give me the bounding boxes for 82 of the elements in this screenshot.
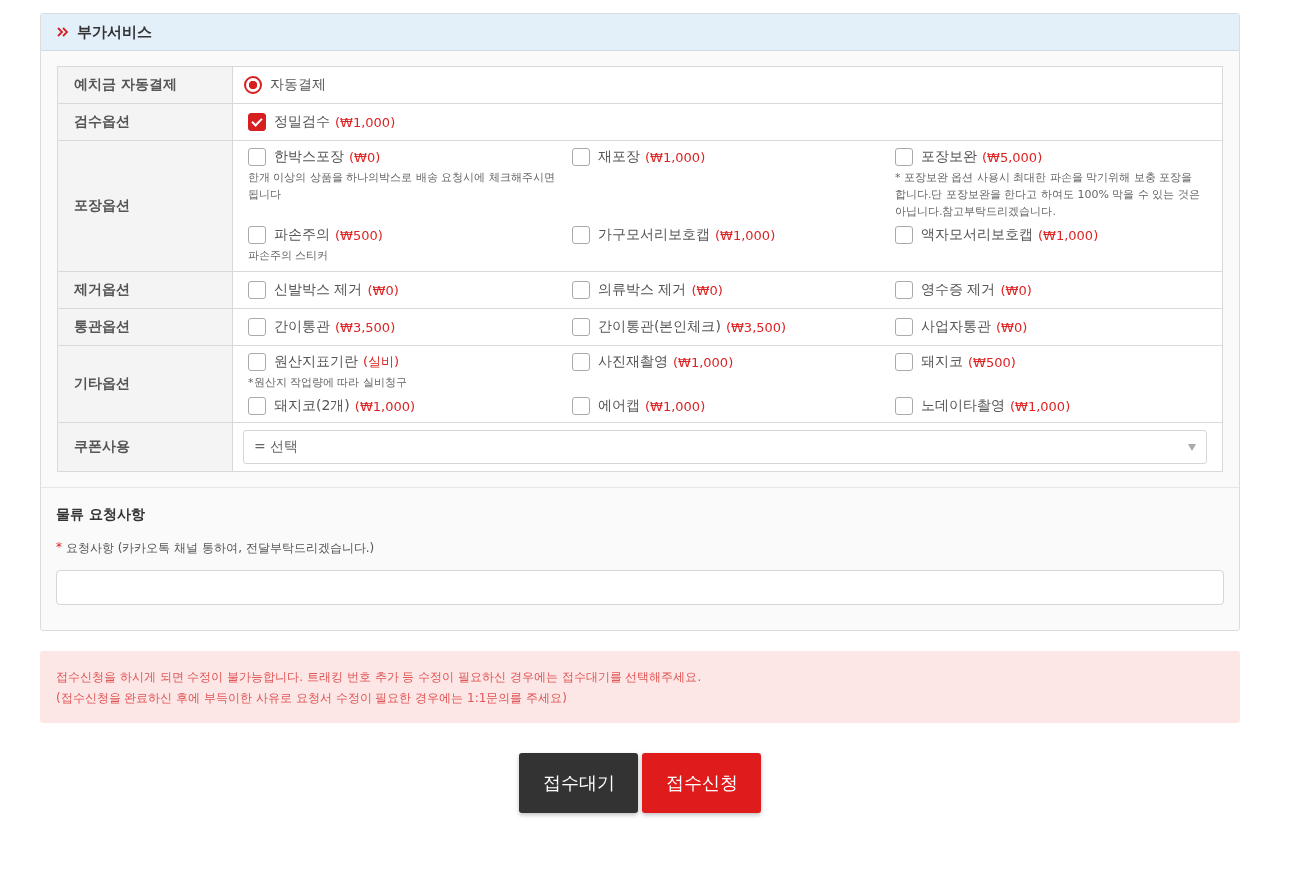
checkbox[interactable] [248,353,266,371]
option-note: * 포장보완 옵션 사용시 최대한 파손을 막기위해 보충 포장을 합니다.단 포장보완을 한다고 하여도 100% 막을 수 있는 것은 아닙니다.참고부탁드리겠습니다. [895,170,1201,220]
option-price: (₩5,000) [982,149,1043,165]
row-label: 검수옵션 [58,104,233,140]
option-price: (₩1,000) [354,398,416,414]
option-price: (₩1,000) [335,114,396,130]
field-label: 요청사항 (카카오톡 채널 통하여, 전달부탁드리겠습니다.) [66,540,375,557]
double-chevron-icon [57,27,69,37]
checkbox[interactable] [895,397,913,415]
row-label: 통관옵션 [58,309,233,345]
option-label[interactable]: 포장보완 [921,148,977,166]
checkbox[interactable] [248,113,266,131]
option-label[interactable]: 돼지코 [921,353,963,371]
option-price: (₩0) [349,149,381,165]
option-label[interactable]: 간이통관 [274,318,330,336]
row-label: 예치금 자동결제 [58,67,233,103]
option-price: (₩1,000) [673,354,734,370]
option-note: 한개 이상의 상품을 하나의박스로 배송 요청시에 체크해주시면 됩니다 [248,170,556,203]
option-label[interactable]: 노데이타촬영 [921,397,1005,415]
checkbox[interactable] [895,148,913,166]
row-label: 포장옵션 [58,141,233,271]
required-mark: * [56,540,62,556]
checkbox[interactable] [248,148,266,166]
request-title: 물류 요청사항 [56,506,146,524]
option-price: (₩0) [996,319,1028,335]
option-label[interactable]: 의류박스 제거 [598,281,687,299]
option-price: (₩1,000) [715,227,776,243]
option-price: (₩500) [335,227,383,243]
checkbox[interactable] [895,281,913,299]
option-label[interactable]: 파손주의 [274,226,330,244]
checkbox[interactable] [572,353,590,371]
option-label[interactable]: 원산지표기란 [274,353,358,371]
option-price: (₩500) [968,354,1016,370]
option-price: (₩0) [367,282,399,298]
option-label[interactable]: 가구모서리보호캡 [598,226,710,244]
option-label[interactable]: 에어캡 [598,397,640,415]
notice-text: 접수신청을 하시게 되면 수정이 불가능합니다. 트래킹 번호 추가 등 수정이 필요하신 경우에는 접수대기를 선택해주세요. [56,669,703,686]
checkbox[interactable] [572,281,590,299]
option-price: (₩1,000) [1010,398,1071,414]
checkbox[interactable] [895,226,913,244]
checkbox[interactable] [248,397,266,415]
checkbox[interactable] [572,397,590,415]
option-label[interactable]: 정밀검수 [274,113,330,131]
option-price: (₩0) [1000,282,1032,298]
radio-button[interactable] [244,76,262,94]
checkbox[interactable] [248,318,266,336]
section-title: 부가서비스 [77,22,152,42]
option-label[interactable]: 신발박스 제거 [274,281,363,299]
option-label[interactable]: 간이통관(본인체크) [598,318,721,336]
option-price: (₩1,000) [645,149,706,165]
option-price: (₩3,500) [725,319,787,335]
option-label[interactable]: 한박스포장 [274,148,344,166]
option-price: (₩1,000) [645,398,706,414]
option-note: 파손주의 스티커 [248,248,330,264]
checkbox[interactable] [572,226,590,244]
caret-icon [1188,443,1196,451]
notice-text: (접수신청을 완료하신 후에 부득이한 사유로 요청서 수정이 필요한 경우에는 1:1문의를 주세요) [56,690,568,707]
option-label[interactable]: 재포장 [598,148,640,166]
option-label[interactable]: 사업자통관 [921,318,991,336]
option-price: (₩3,500) [335,319,396,335]
option-label[interactable]: 액자모서리보호캡 [921,226,1033,244]
checkbox[interactable] [572,318,590,336]
row-label: 쿠폰사용 [58,423,233,471]
option-label[interactable]: 사진재촬영 [598,353,668,371]
checkbox[interactable] [572,148,590,166]
option-price: (실비) [363,353,400,371]
row-label: 제거옵션 [58,272,233,308]
option-price: (₩1,000) [1038,227,1099,243]
submit-button[interactable]: 접수신청 [642,753,761,813]
coupon-select[interactable]: = 선택 [243,430,1207,464]
option-label[interactable]: 돼지코(2개) [274,397,350,415]
request-input-field[interactable] [56,570,1224,605]
checkbox[interactable] [248,281,266,299]
option-note: *원산지 작업량에 따라 실비청구 [248,375,408,391]
hold-button[interactable]: 접수대기 [519,753,638,813]
option-label[interactable]: 영수증 제거 [921,281,996,299]
checkbox[interactable] [895,318,913,336]
option-price: (₩0) [691,282,723,298]
radio-option[interactable]: 자동결제 [248,76,326,94]
row-label: 기타옵션 [58,346,233,422]
checkbox[interactable] [248,226,266,244]
checkbox[interactable] [895,353,913,371]
